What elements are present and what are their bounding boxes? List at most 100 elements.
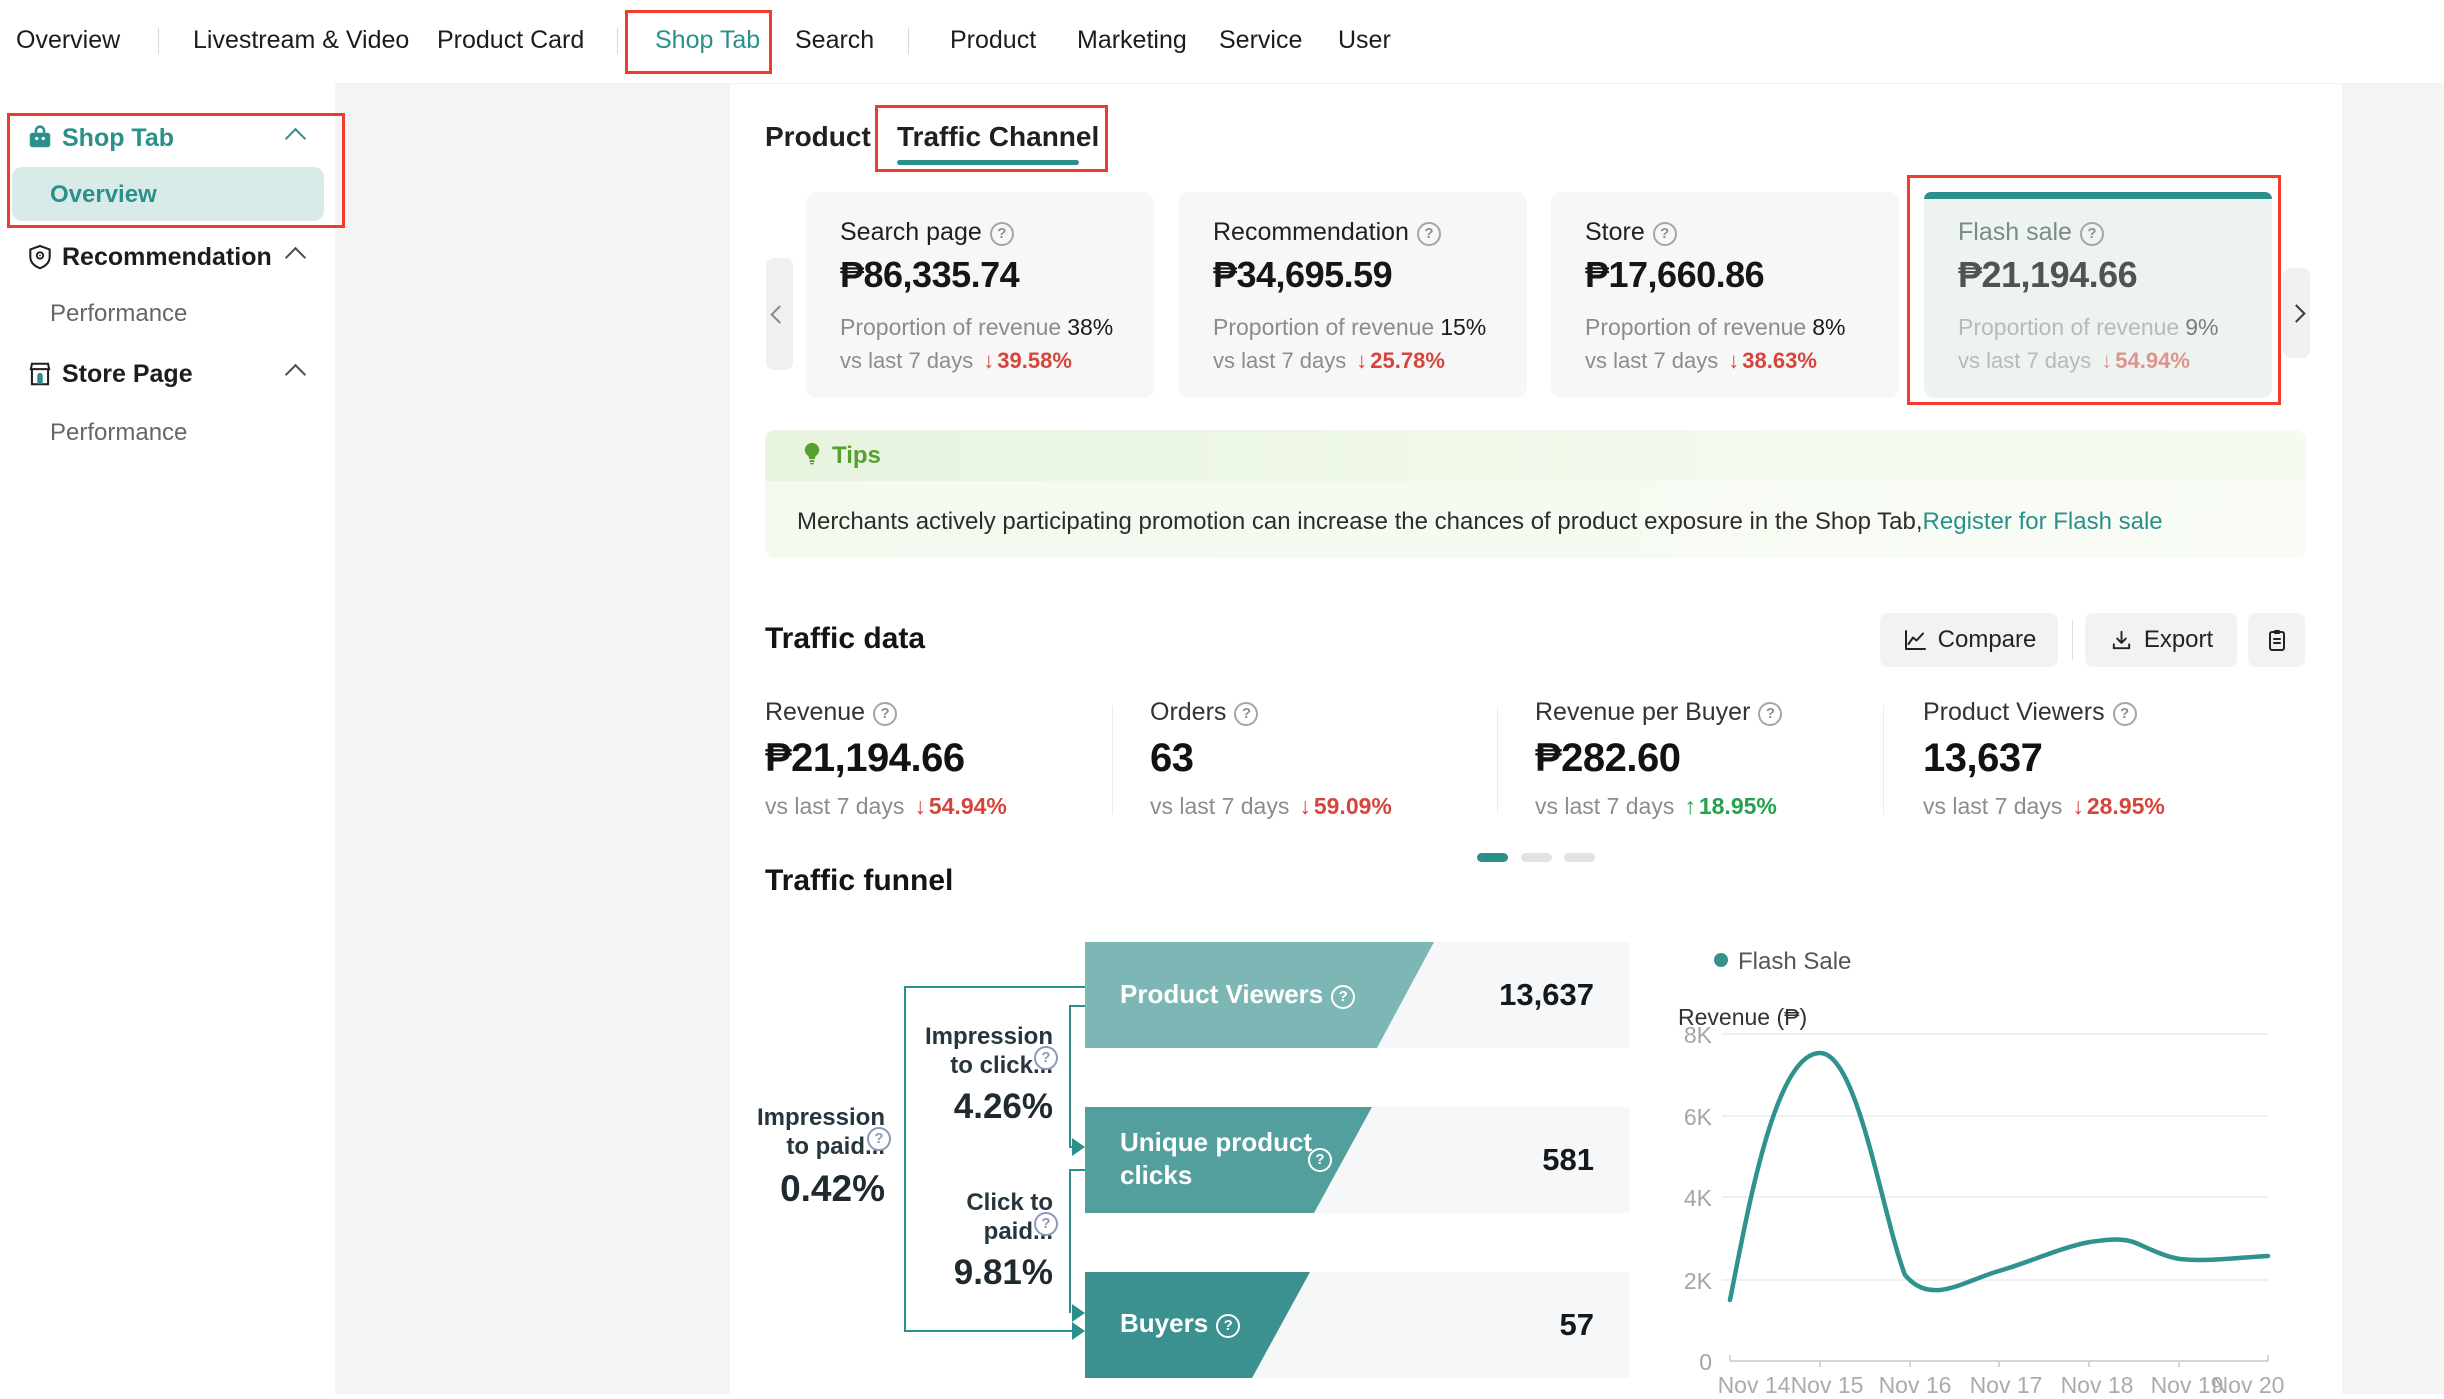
- funnel-bracket-line: [1069, 1169, 1085, 1171]
- help-icon[interactable]: [1034, 1212, 1058, 1236]
- funnel-arrow: [1072, 1304, 1085, 1322]
- sidebar-item-recommendation-performance[interactable]: Performance: [50, 300, 187, 328]
- nav-item-overview[interactable]: Overview: [16, 26, 120, 55]
- nav-item-search[interactable]: Search: [795, 26, 874, 55]
- tab-traffic-channel[interactable]: Traffic Channel: [897, 121, 1099, 153]
- funnel-stage-buyers: Buyers: [1120, 1308, 1240, 1339]
- funnel-arrow: [1072, 1322, 1085, 1340]
- nav-item-service[interactable]: Service: [1219, 26, 1302, 55]
- funnel-stage-unique-product-clicks: Unique productclicks: [1120, 1126, 1312, 1192]
- shield-icon: [26, 243, 54, 271]
- channel-card-flash-sale[interactable]: Flash sale ₱21,194.66 Proportion of reve…: [1924, 192, 2272, 398]
- funnel-bracket-line: [904, 986, 1085, 988]
- flash-sale-line: [1730, 1053, 2268, 1300]
- nav-item-livestream-video[interactable]: Livestream & Video: [193, 26, 409, 55]
- card-value: ₱34,695.59: [1213, 254, 1392, 296]
- card-title: Store: [1585, 218, 1677, 247]
- help-icon[interactable]: [1653, 222, 1677, 246]
- y-tick: 8K: [1667, 1022, 1712, 1049]
- rate-impression-to-click: Impressionto click... 4.26%: [858, 1022, 1053, 1127]
- help-icon[interactable]: [873, 702, 897, 726]
- sidebar-item-overview[interactable]: [12, 167, 324, 221]
- sidebar-item-store-page-performance[interactable]: Performance: [50, 419, 187, 447]
- nav-item-product-card[interactable]: Product Card: [437, 26, 584, 55]
- legend-label-flash-sale: Flash Sale: [1738, 948, 1851, 976]
- help-icon[interactable]: [1216, 1314, 1240, 1338]
- metric-divider: [1112, 706, 1113, 814]
- funnel-bracket-line: [904, 1330, 1074, 1332]
- sidebar-group-store-page[interactable]: Store Page: [62, 360, 193, 389]
- help-icon[interactable]: [1758, 702, 1782, 726]
- help-icon[interactable]: [1417, 222, 1441, 246]
- x-tick: Nov 18: [2047, 1372, 2147, 1399]
- card-vs-change: vs last 7 days25.78%: [1213, 348, 1445, 374]
- y-tick: 6K: [1667, 1104, 1712, 1131]
- next-channel-button[interactable]: [2283, 268, 2310, 358]
- export-button[interactable]: Export: [2085, 613, 2237, 667]
- channel-card-search-page[interactable]: Search page ₱86,335.74 Proportion of rev…: [806, 192, 1154, 398]
- nav-divider: [617, 28, 618, 54]
- clipboard-icon: [2264, 627, 2290, 653]
- chevron-left-icon: [770, 305, 788, 323]
- metric-label-revenue-per-buyer: Revenue per Buyer: [1535, 698, 1782, 727]
- card-value: ₱86,335.74: [840, 254, 1019, 296]
- card-title: Recommendation: [1213, 218, 1441, 247]
- card-proportion: Proportion of revenue9%: [1958, 314, 2218, 341]
- carousel-page-dot-active[interactable]: [1477, 853, 1508, 862]
- x-tick: Nov 17: [1956, 1372, 2056, 1399]
- help-icon[interactable]: [2080, 222, 2104, 246]
- register-flash-sale-link[interactable]: Register for Flash sale: [1923, 508, 2163, 535]
- sidebar-group-shop-tab[interactable]: Shop Tab: [62, 124, 174, 153]
- sidebar: [0, 83, 335, 1394]
- help-icon[interactable]: [1234, 702, 1258, 726]
- revenue-line-chart: [1718, 1020, 2344, 1394]
- card-vs-change: vs last 7 days39.58%: [840, 348, 1072, 374]
- legend-dot-flash-sale: [1714, 953, 1728, 967]
- nav-item-product[interactable]: Product: [950, 26, 1036, 55]
- right-gutter: [2342, 83, 2444, 1394]
- nav-divider: [158, 28, 159, 54]
- metric-divider: [1883, 706, 1884, 814]
- y-tick: 4K: [1667, 1185, 1712, 1212]
- download-icon: [2109, 628, 2134, 653]
- nav-item-shop-tab[interactable]: Shop Tab: [655, 26, 760, 55]
- metric-label-orders: Orders: [1150, 698, 1258, 727]
- card-vs-change: vs last 7 days54.94%: [1958, 348, 2190, 374]
- sidebar-group-recommendation[interactable]: Recommendation: [62, 243, 272, 272]
- help-icon[interactable]: [990, 222, 1014, 246]
- card-title: Flash sale: [1958, 218, 2104, 247]
- metric-change-orders: vs last 7 days59.09%: [1150, 793, 1392, 820]
- tips-header: [765, 430, 2306, 481]
- help-icon[interactable]: [867, 1127, 891, 1151]
- card-proportion: Proportion of revenue38%: [840, 314, 1113, 341]
- prev-channel-button[interactable]: [766, 258, 793, 370]
- carousel-page-dot[interactable]: [1521, 853, 1552, 862]
- nav-item-user[interactable]: User: [1338, 26, 1391, 55]
- help-icon[interactable]: [1331, 985, 1355, 1009]
- tab-product[interactable]: Product: [765, 121, 871, 153]
- card-proportion: Proportion of revenue15%: [1213, 314, 1486, 341]
- metric-value-revenue: ₱21,194.66: [765, 736, 965, 781]
- tips-text: Merchants actively participating promoti…: [797, 508, 2163, 536]
- report-clipboard-button[interactable]: [2248, 613, 2305, 667]
- left-gutter: [335, 83, 730, 1394]
- nav-item-marketing[interactable]: Marketing: [1077, 26, 1187, 55]
- funnel-bracket-line: [1069, 1169, 1071, 1313]
- funnel-stage-product-viewers: Product Viewers: [1120, 979, 1355, 1010]
- funnel-arrow: [1072, 1138, 1085, 1156]
- channel-card-recommendation[interactable]: Recommendation ₱34,695.59 Proportion of …: [1179, 192, 1527, 398]
- chevron-right-icon: [2287, 304, 2305, 322]
- carousel-page-dot[interactable]: [1564, 853, 1595, 862]
- compare-button[interactable]: Compare: [1880, 613, 2058, 667]
- help-icon[interactable]: [1308, 1148, 1332, 1172]
- help-icon[interactable]: [1034, 1046, 1058, 1070]
- card-title: Search page: [840, 218, 1014, 247]
- rate-impression-to-paid: Impressionto paid... 0.42%: [695, 1103, 885, 1210]
- channel-card-store[interactable]: Store ₱17,660.86 Proportion of revenue8%…: [1551, 192, 1899, 398]
- card-proportion: Proportion of revenue8%: [1585, 314, 1845, 341]
- metric-value-revenue-per-buyer: ₱282.60: [1535, 736, 1681, 781]
- tips-banner: [765, 430, 2306, 558]
- card-vs-change: vs last 7 days38.63%: [1585, 348, 1817, 374]
- help-icon[interactable]: [2113, 702, 2137, 726]
- button-divider: [2072, 620, 2073, 660]
